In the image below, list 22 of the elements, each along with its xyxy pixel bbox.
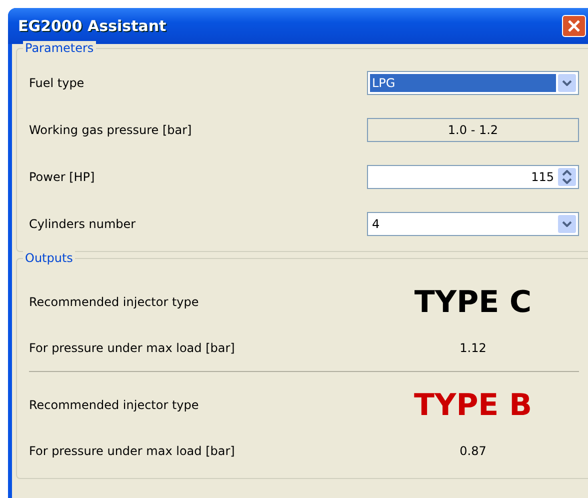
output-label: For pressure under max load [bar] bbox=[29, 341, 236, 355]
injector-type: TYPE B bbox=[413, 388, 533, 422]
close-button[interactable] bbox=[562, 15, 586, 37]
field-label: Fuel type bbox=[29, 76, 86, 90]
output-label: For pressure under max load [bar] bbox=[29, 444, 236, 458]
group-title: Outputs bbox=[23, 251, 75, 265]
window-title: EG2000 Assistant bbox=[18, 17, 168, 35]
spinner-field[interactable]: 115 bbox=[367, 164, 579, 188]
close-icon bbox=[568, 20, 580, 32]
dropdown[interactable]: 4 bbox=[367, 212, 579, 236]
field-label: Working gas pressure [bar] bbox=[29, 122, 193, 136]
injector-type: TYPE C bbox=[413, 284, 533, 320]
field-label: Power [HP] bbox=[29, 170, 96, 184]
output-label: Recommended injector type bbox=[29, 295, 200, 309]
field-label: Cylinders number bbox=[29, 216, 137, 230]
pressure-value: 0.87 bbox=[458, 444, 488, 458]
pressure-value: 1.12 bbox=[458, 341, 488, 355]
readonly-field: 1.0 - 1.2 bbox=[367, 118, 579, 142]
dropdown[interactable]: LPG bbox=[367, 70, 579, 94]
output-label: Recommended injector type bbox=[29, 398, 200, 412]
group-title: Parameters bbox=[23, 41, 96, 55]
spin-arrows-icon[interactable] bbox=[558, 168, 576, 186]
